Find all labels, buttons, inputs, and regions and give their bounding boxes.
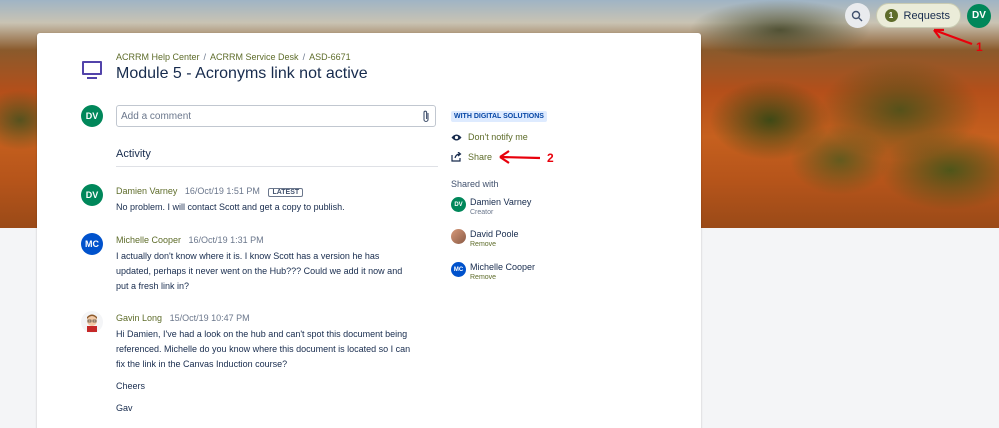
entry-time: 16/Oct/19 1:51 PM: [184, 186, 260, 196]
request-card: ACRRM Help Center / ACRRM Service Desk /…: [37, 33, 701, 428]
comment-input[interactable]: Add a comment: [116, 105, 436, 127]
participant-name: Damien Varney: [470, 197, 532, 207]
entry-paragraph: No problem. I will contact Scott and get…: [116, 202, 345, 212]
top-right-controls: 1 Requests DV: [844, 3, 991, 28]
remove-participant-link[interactable]: Remove: [470, 274, 535, 281]
user-avatar[interactable]: DV: [967, 3, 991, 28]
breadcrumb-help-center[interactable]: ACRRM Help Center: [116, 52, 200, 62]
annotation-arrow-1: [933, 28, 973, 46]
breadcrumb: ACRRM Help Center / ACRRM Service Desk /…: [116, 52, 351, 62]
breadcrumb-separator: /: [302, 52, 306, 62]
page-title: Module 5 - Acronyms link not active: [116, 65, 368, 82]
entry-paragraph: I actually don't know where it is. I kno…: [116, 251, 403, 291]
breadcrumb-issue-key[interactable]: ASD-6671: [309, 52, 351, 62]
breadcrumb-separator: /: [203, 52, 207, 62]
participant-avatar: DV: [451, 197, 466, 212]
eye-icon: [451, 134, 462, 140]
search-button[interactable]: [844, 3, 870, 28]
entry-author[interactable]: Gavin Long: [116, 313, 162, 323]
share-button[interactable]: Share: [451, 152, 492, 162]
breadcrumb-service-desk[interactable]: ACRRM Service Desk: [210, 52, 299, 62]
entry-body: No problem. I will contact Scott and get…: [116, 200, 416, 222]
entry-time: 15/Oct/19 10:47 PM: [169, 313, 250, 323]
entry-body: I actually don't know where it is. I kno…: [116, 249, 416, 301]
entry-avatar: [81, 311, 103, 333]
entry-author[interactable]: Damien Varney: [116, 186, 177, 196]
shared-with-heading: Shared with: [451, 179, 499, 189]
share-icon: [451, 152, 462, 162]
share-label: Share: [468, 152, 493, 162]
status-badge: WITH DIGITAL SOLUTIONS: [451, 111, 547, 122]
annotation-number-1: 1: [976, 40, 983, 54]
participant-name: David Poole: [470, 229, 519, 239]
participant-name: Michelle Cooper: [470, 262, 536, 272]
requests-count-badge: 1: [884, 9, 898, 22]
entry-author[interactable]: Michelle Cooper: [116, 235, 181, 245]
participant-item: MC Michelle Cooper Remove: [451, 262, 535, 281]
participant-item: David Poole Remove: [451, 229, 519, 248]
participant-photo-avatar: [451, 229, 466, 244]
entry-paragraph: Hi Damien, I've had a look on the hub an…: [116, 329, 411, 369]
computer-monitor-icon: [82, 61, 102, 79]
comment-author-avatar: DV: [81, 105, 103, 127]
comment-placeholder: Add a comment: [121, 111, 192, 122]
notify-toggle[interactable]: Don't notify me: [451, 132, 528, 142]
entry-paragraph: Cheers: [116, 381, 146, 391]
annotation-number-2: 2: [547, 151, 554, 165]
request-sidebar: WITH DIGITAL SOLUTIONS Don't notify me S…: [451, 105, 691, 281]
requests-button[interactable]: 1 Requests: [875, 3, 961, 28]
participant-role: Creator: [470, 209, 494, 216]
entry-avatar: MC: [81, 233, 103, 255]
participant-avatar: MC: [451, 262, 466, 277]
notify-label: Don't notify me: [468, 132, 528, 142]
remove-participant-link[interactable]: Remove: [470, 241, 519, 248]
entry-time: 16/Oct/19 1:31 PM: [188, 235, 264, 245]
entry-avatar: DV: [81, 184, 103, 206]
activity-heading: Activity: [116, 148, 438, 167]
latest-badge: LATEST: [268, 188, 304, 197]
cartoon-person-avatar-icon: [87, 314, 97, 332]
entry-paragraph: Gav: [116, 403, 133, 413]
requests-label: Requests: [903, 9, 950, 22]
search-icon: [851, 10, 863, 21]
annotation-arrow-2: [499, 150, 541, 164]
participant-item: DV Damien Varney Creator: [451, 197, 531, 216]
entry-body: Hi Damien, I've had a look on the hub an…: [116, 327, 416, 423]
paperclip-icon[interactable]: [421, 110, 431, 123]
